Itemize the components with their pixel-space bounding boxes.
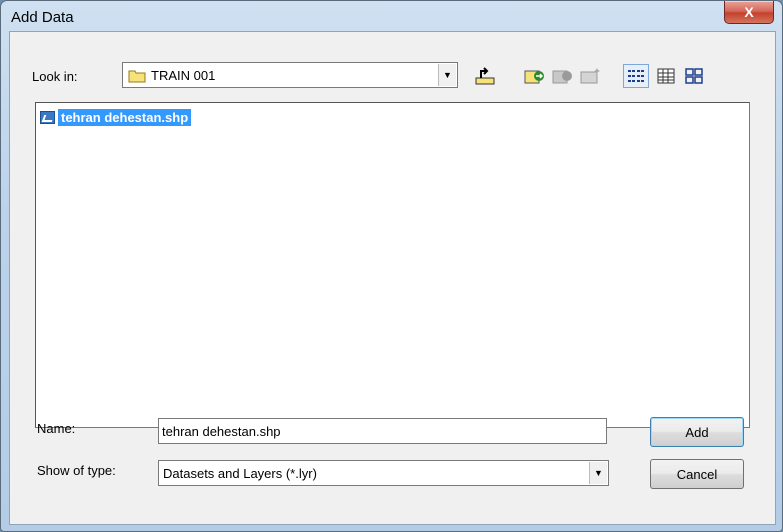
type-value: Datasets and Layers (*.lyr) <box>163 466 317 481</box>
list-item[interactable]: tehran dehestan.shp <box>40 108 192 126</box>
look-in-value: TRAIN 001 <box>151 68 216 83</box>
close-icon: X <box>744 4 754 20</box>
dialog-body: Look in: TRAIN 001 ▼ tehran dehestan.shp… <box>9 31 776 525</box>
connect-folder-icon <box>524 67 546 85</box>
connect-to-folder-button[interactable] <box>522 64 548 88</box>
type-dropdown-button[interactable]: ▼ <box>589 462 607 484</box>
file-list[interactable]: tehran dehestan.shp <box>35 102 750 428</box>
thumbnails-view-icon <box>685 68 703 84</box>
folder-icon <box>128 69 146 86</box>
name-label: Name: <box>37 421 76 436</box>
up-one-level-button[interactable] <box>472 64 498 88</box>
list-view-button[interactable] <box>623 64 649 88</box>
thumbnails-view-button[interactable] <box>681 64 707 88</box>
chevron-down-icon: ▼ <box>443 70 452 80</box>
add-data-dialog: Add Data X Look in: TRAIN 001 ▼ tehran d… <box>0 0 783 532</box>
shapefile-icon <box>40 110 55 124</box>
details-view-icon <box>657 68 675 84</box>
name-input[interactable] <box>158 418 607 444</box>
look-in-dropdown-button[interactable]: ▼ <box>438 64 456 86</box>
close-button[interactable]: X <box>724 1 774 24</box>
new-folder-icon <box>580 67 602 85</box>
title-bar[interactable]: Add Data X <box>1 1 782 31</box>
type-label: Show of type: <box>37 463 116 478</box>
look-in-label: Look in: <box>32 69 78 84</box>
details-view-button[interactable] <box>653 64 679 88</box>
add-button[interactable]: Add <box>650 417 744 447</box>
cancel-button[interactable]: Cancel <box>650 459 744 489</box>
list-view-icon <box>627 68 645 84</box>
type-select[interactable]: Datasets and Layers (*.lyr) ▼ <box>158 460 609 486</box>
file-name: tehran dehestan.shp <box>58 108 192 126</box>
disconnect-folder-button[interactable] <box>550 64 576 88</box>
chevron-down-icon: ▼ <box>594 468 603 478</box>
disconnect-folder-icon <box>552 67 574 85</box>
new-folder-button[interactable] <box>578 64 604 88</box>
dialog-title: Add Data <box>11 9 74 26</box>
look-in-combo[interactable]: TRAIN 001 ▼ <box>122 62 458 88</box>
up-folder-icon <box>475 67 495 85</box>
